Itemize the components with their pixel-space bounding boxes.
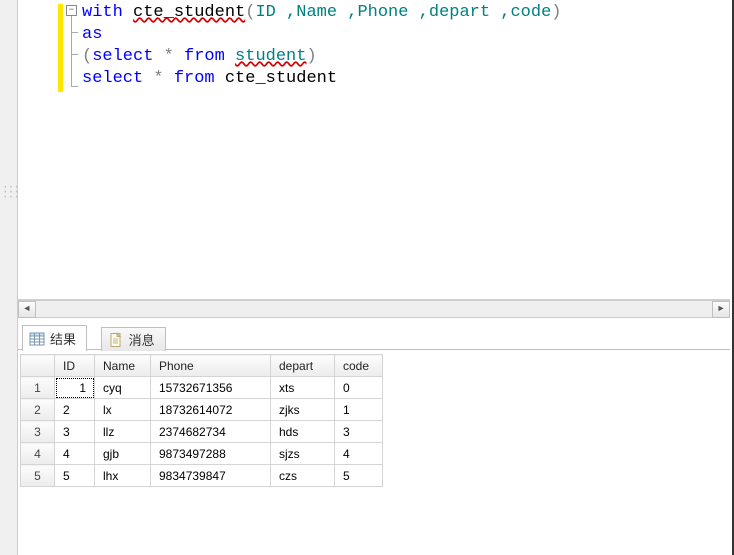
outer-gutter: ·················· [0, 0, 18, 555]
fold-toggle-icon[interactable]: − [66, 5, 77, 16]
kw-from: from [184, 47, 225, 66]
change-marker [58, 4, 63, 92]
row-number[interactable]: 1 [21, 377, 55, 399]
cell-name[interactable]: lx [95, 399, 151, 421]
kw-as: as [82, 25, 102, 44]
scroll-left-button[interactable]: ◄ [18, 301, 36, 318]
results-pane: 结果 消息 ID Name Phone [18, 320, 730, 555]
column-list: ID ,Name ,Phone ,depart ,code [255, 3, 551, 22]
paren-open: ( [245, 3, 255, 22]
cell-code[interactable]: 4 [335, 443, 383, 465]
tab-messages-label: 消息 [129, 330, 155, 349]
col-header-name[interactable]: Name [95, 355, 151, 377]
row-number[interactable]: 2 [21, 399, 55, 421]
sql-editor[interactable]: − with cte_student(ID ,Name ,Phone ,depa… [18, 0, 730, 300]
corner-cell[interactable] [21, 355, 55, 377]
document-icon [108, 332, 124, 348]
cell-name[interactable]: cyq [95, 377, 151, 399]
tab-results[interactable]: 结果 [22, 325, 87, 351]
cell-depart[interactable]: zjks [271, 399, 335, 421]
row-number[interactable]: 3 [21, 421, 55, 443]
paren-open: ( [82, 47, 92, 66]
table-row[interactable]: 1 1 cyq 15732671356 xts 0 [21, 377, 383, 399]
row-number[interactable]: 5 [21, 465, 55, 487]
fold-end [71, 86, 78, 87]
editor-hscrollbar[interactable]: ◄ ► [18, 300, 730, 318]
ident-student: student [235, 47, 306, 66]
scroll-track[interactable] [36, 301, 712, 317]
cell-depart[interactable]: czs [271, 465, 335, 487]
cell-depart[interactable]: xts [271, 377, 335, 399]
tab-results-label: 结果 [50, 329, 76, 348]
tab-messages[interactable]: 消息 [101, 327, 166, 351]
cell-depart[interactable]: hds [271, 421, 335, 443]
cell-id[interactable]: 5 [55, 465, 95, 487]
fold-tick [71, 32, 78, 33]
results-grid-wrap: ID Name Phone depart code 1 1 cyq 157326… [18, 350, 730, 487]
header-row: ID Name Phone depart code [21, 355, 383, 377]
kw-select: select [92, 47, 153, 66]
cell-name[interactable]: llz [95, 421, 151, 443]
paren-close: ) [551, 3, 561, 22]
ident-cte: cte_student [133, 3, 245, 22]
table-row[interactable]: 4 4 gjb 9873497288 sjzs 4 [21, 443, 383, 465]
cell-id[interactable]: 3 [55, 421, 95, 443]
cell-code[interactable]: 0 [335, 377, 383, 399]
cell-phone[interactable]: 2374682734 [151, 421, 271, 443]
cell-phone[interactable]: 15732671356 [151, 377, 271, 399]
col-header-code[interactable]: code [335, 355, 383, 377]
cell-code[interactable]: 5 [335, 465, 383, 487]
scroll-right-button[interactable]: ► [712, 301, 730, 318]
cell-id[interactable]: 1 [55, 377, 95, 399]
row-number[interactable]: 4 [21, 443, 55, 465]
ident-cte-target: cte_student [225, 69, 337, 88]
star: * [153, 47, 184, 66]
cell-depart[interactable]: sjzs [271, 443, 335, 465]
col-header-phone[interactable]: Phone [151, 355, 271, 377]
table-row[interactable]: 3 3 llz 2374682734 hds 3 [21, 421, 383, 443]
fold-tick [71, 54, 78, 55]
cell-phone[interactable]: 18732614072 [151, 399, 271, 421]
kw-with: with [82, 3, 123, 22]
code-block[interactable]: with cte_student(ID ,Name ,Phone ,depart… [82, 2, 562, 90]
col-header-depart[interactable]: depart [271, 355, 335, 377]
kw-select: select [82, 69, 143, 88]
result-tabs: 结果 消息 [18, 320, 730, 350]
cell-code[interactable]: 3 [335, 421, 383, 443]
fold-guide [71, 16, 72, 86]
cell-id[interactable]: 4 [55, 443, 95, 465]
grid-icon [29, 331, 45, 347]
cell-id[interactable]: 2 [55, 399, 95, 421]
col-header-id[interactable]: ID [55, 355, 95, 377]
cell-name[interactable]: gjb [95, 443, 151, 465]
cell-phone[interactable]: 9834739847 [151, 465, 271, 487]
kw-from: from [174, 69, 215, 88]
cell-code[interactable]: 1 [335, 399, 383, 421]
cell-name[interactable]: lhx [95, 465, 151, 487]
table-row[interactable]: 2 2 lx 18732614072 zjks 1 [21, 399, 383, 421]
star: * [143, 69, 174, 88]
paren-close: ) [306, 47, 316, 66]
results-grid[interactable]: ID Name Phone depart code 1 1 cyq 157326… [20, 354, 383, 487]
cell-phone[interactable]: 9873497288 [151, 443, 271, 465]
table-row[interactable]: 5 5 lhx 9834739847 czs 5 [21, 465, 383, 487]
